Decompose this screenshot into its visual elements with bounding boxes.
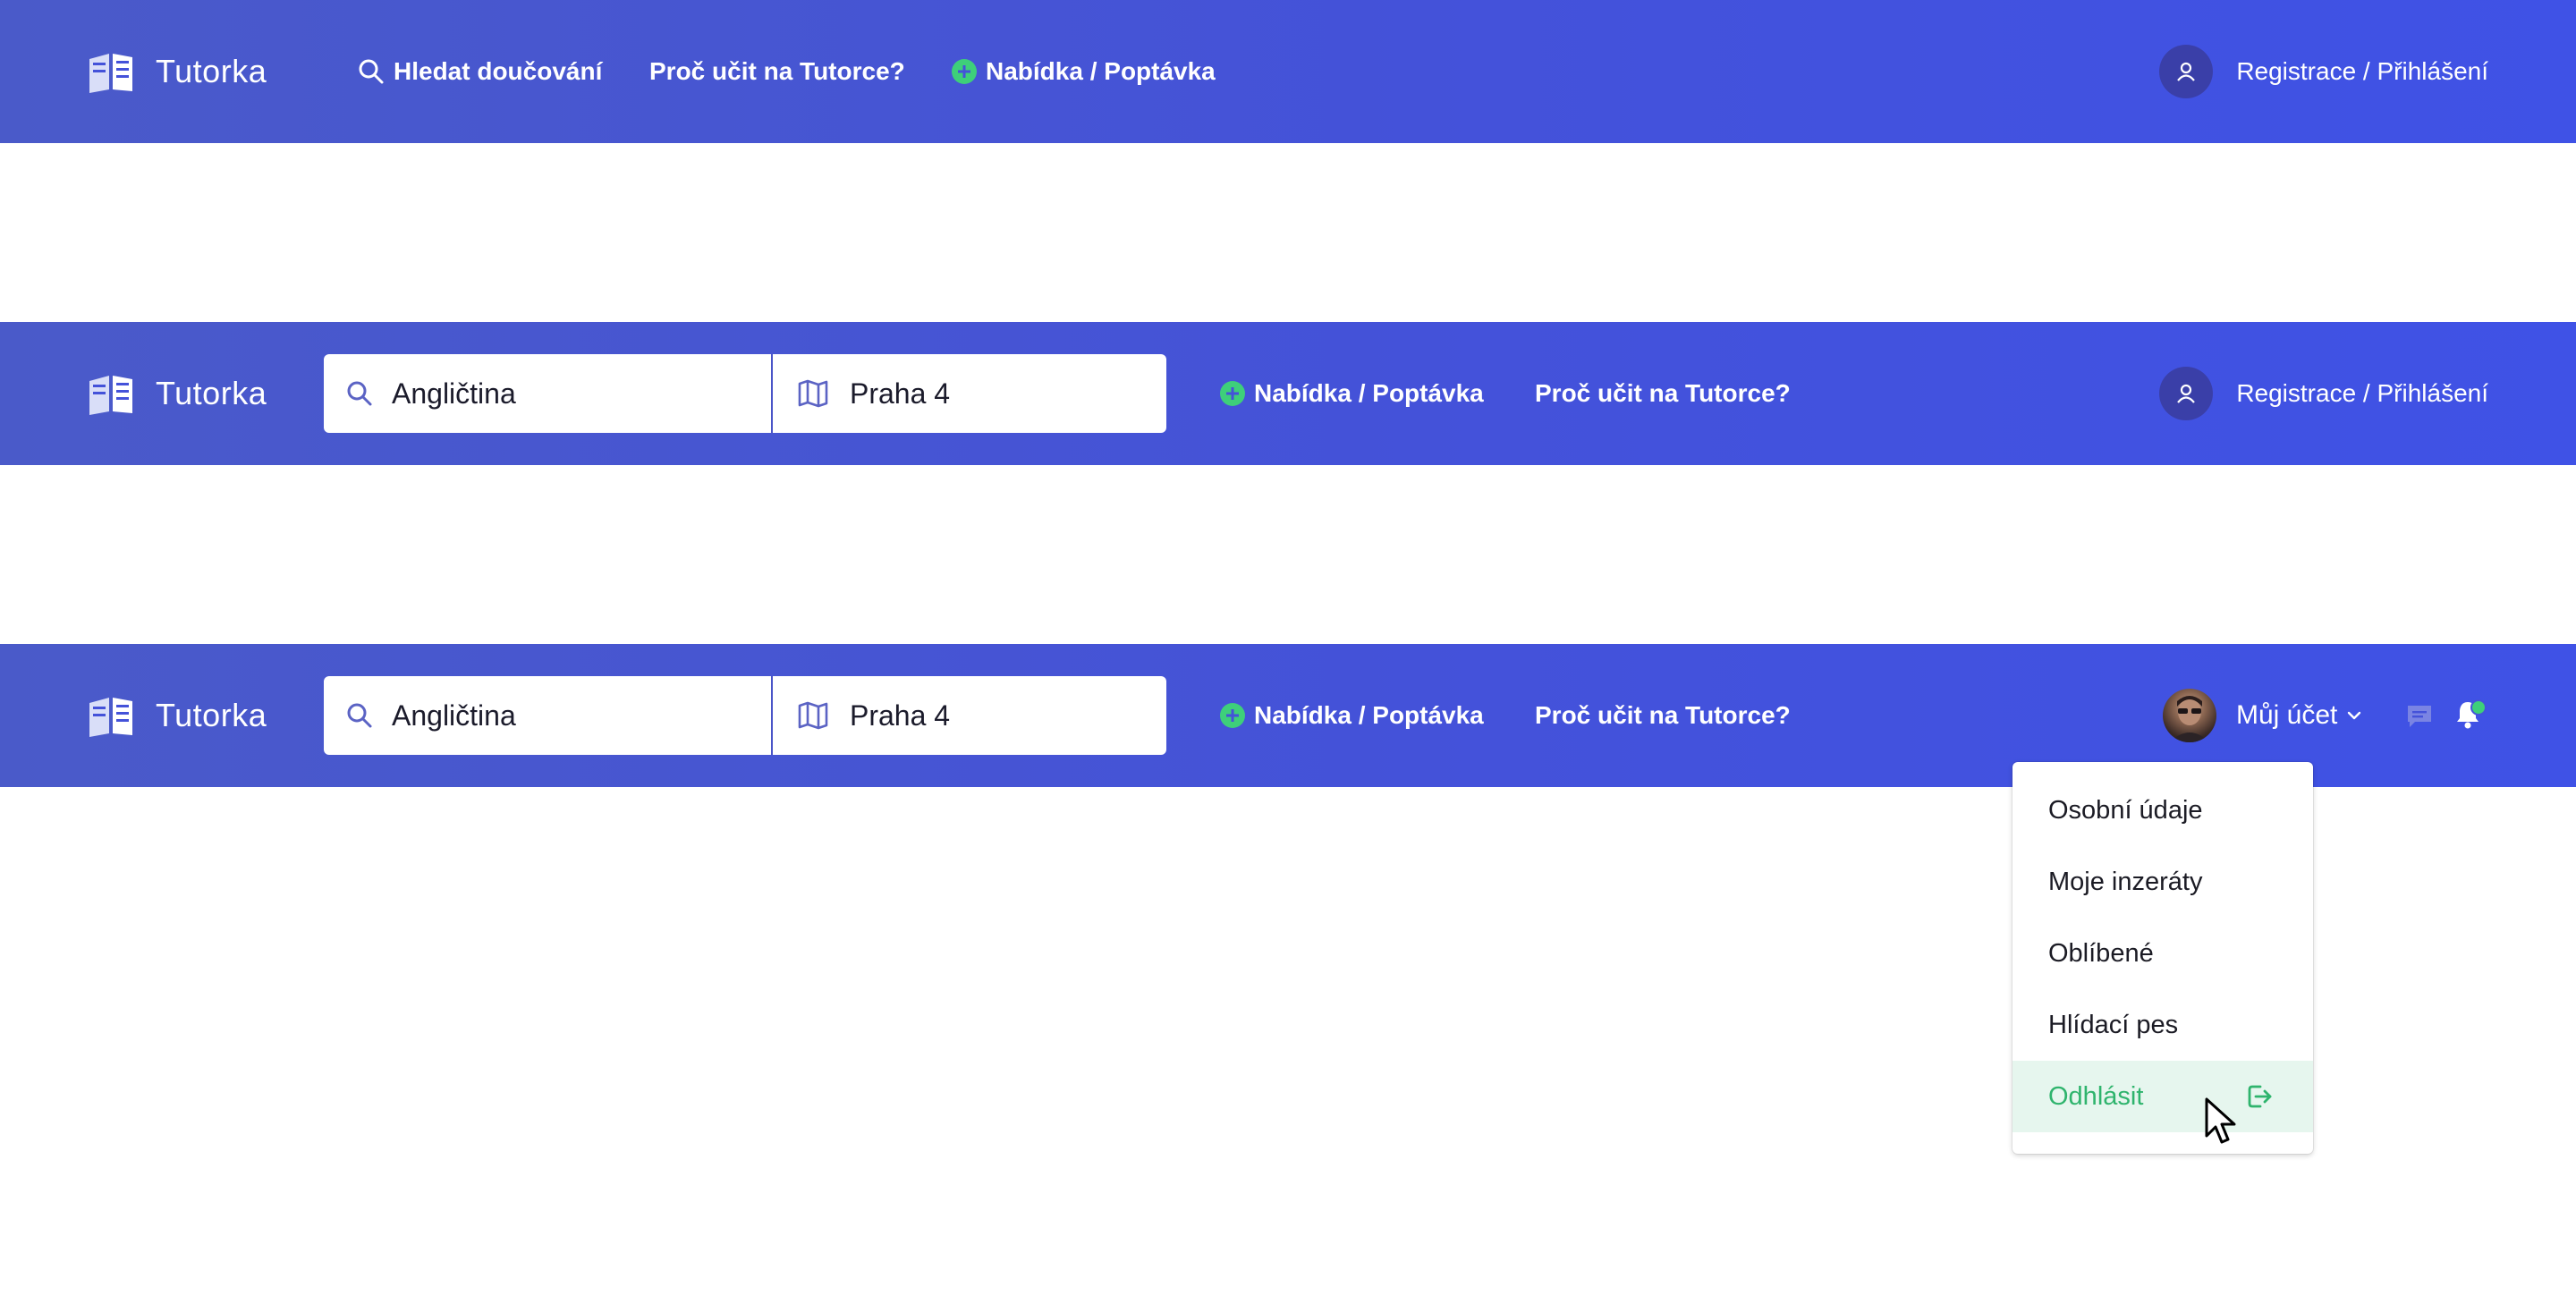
user-icon (2159, 367, 2214, 420)
book-logo-icon (89, 376, 132, 415)
nav-offer-label: Nabídka / Poptávka (1254, 701, 1484, 729)
notification-badge (2470, 699, 2487, 716)
nav-why-label: Proč učit na Tutorce? (649, 57, 905, 85)
search-bar (324, 676, 1166, 755)
logo[interactable]: Tutorka (86, 367, 267, 420)
logout-icon (2245, 1082, 2274, 1118)
nav-why-label: Proč učit na Tutorce? (1535, 701, 1791, 729)
logo[interactable]: Tutorka (86, 689, 267, 742)
logo[interactable]: Tutorka (86, 45, 267, 98)
header-guest-search: Tutorka Nabídka / Poptávka Proč učit na … (0, 322, 2576, 465)
menu-item-logout[interactable]: Odhlásit (2012, 1061, 2313, 1132)
nav-offer-label: Nabídka / Poptávka (1254, 379, 1484, 407)
plus-circle-icon (952, 59, 977, 84)
menu-item-watchdog[interactable]: Hlídací pes (2012, 989, 2313, 1061)
nav-why-teach[interactable]: Proč učit na Tutorce? (649, 0, 905, 143)
menu-item-label: Osobní údaje (2048, 795, 2203, 825)
location-field (773, 676, 1166, 755)
search-icon (345, 701, 374, 734)
register-login-label: Registrace / Přihlášení (2236, 379, 2488, 407)
search-icon (358, 58, 385, 85)
plus-circle-icon (1220, 381, 1245, 406)
mouse-pointer-icon (2204, 1097, 2241, 1151)
nav-offer-demand[interactable]: Nabídka / Poptávka (952, 0, 1216, 143)
nav-search-label: Hledat doučování (394, 57, 603, 85)
search-bar (324, 354, 1166, 433)
user-icon (2159, 45, 2214, 98)
map-icon (798, 379, 828, 412)
subject-input[interactable] (392, 694, 750, 737)
location-field (773, 354, 1166, 433)
brand-name: Tutorka (156, 375, 267, 411)
register-login-label: Registrace / Přihlášení (2236, 57, 2488, 85)
brand-name: Tutorka (156, 697, 267, 733)
register-login-link[interactable]: Registrace / Přihlášení (2159, 0, 2488, 143)
search-icon (345, 379, 374, 412)
subject-field (324, 676, 773, 755)
menu-item-favorites[interactable]: Oblíbené (2012, 918, 2313, 989)
book-logo-icon (89, 54, 132, 93)
menu-item-label: Hlídací pes (2048, 1010, 2179, 1039)
nav-offer-demand[interactable]: Nabídka / Poptávka (1220, 644, 1484, 787)
book-logo-icon (89, 698, 132, 737)
map-icon (798, 701, 828, 734)
menu-item-my-ads[interactable]: Moje inzeráty (2012, 846, 2313, 918)
plus-circle-icon (1220, 703, 1245, 728)
chat-icon[interactable] (2406, 703, 2433, 734)
menu-item-label: Oblíbené (2048, 938, 2154, 968)
menu-item-label: Odhlásit (2048, 1081, 2144, 1111)
avatar[interactable] (2163, 689, 2216, 742)
subject-field (324, 354, 773, 433)
nav-why-teach[interactable]: Proč učit na Tutorce? (1535, 644, 1791, 787)
subject-input[interactable] (392, 372, 750, 415)
menu-item-personal-info[interactable]: Osobní údaje (2012, 775, 2313, 846)
chevron-down-icon (2346, 710, 2362, 721)
location-input[interactable] (850, 694, 1145, 737)
location-input[interactable] (850, 372, 1145, 415)
nav-search-tutoring[interactable]: Hledat doučování (358, 0, 602, 143)
account-dropdown-menu: Osobní údaje Moje inzeráty Oblíbené Hlíd… (2012, 762, 2313, 1154)
header-guest-home: Tutorka Hledat doučování Proč učit na Tu… (0, 0, 2576, 143)
nav-why-teach[interactable]: Proč učit na Tutorce? (1535, 322, 1791, 465)
nav-offer-demand[interactable]: Nabídka / Poptávka (1220, 322, 1484, 465)
register-login-link[interactable]: Registrace / Přihlášení (2159, 322, 2488, 465)
nav-why-label: Proč učit na Tutorce? (1535, 379, 1791, 407)
brand-name: Tutorka (156, 53, 267, 89)
menu-item-label: Moje inzeráty (2048, 867, 2203, 896)
my-account-label: Můj účet (2236, 700, 2338, 730)
nav-offer-label: Nabídka / Poptávka (986, 57, 1216, 85)
